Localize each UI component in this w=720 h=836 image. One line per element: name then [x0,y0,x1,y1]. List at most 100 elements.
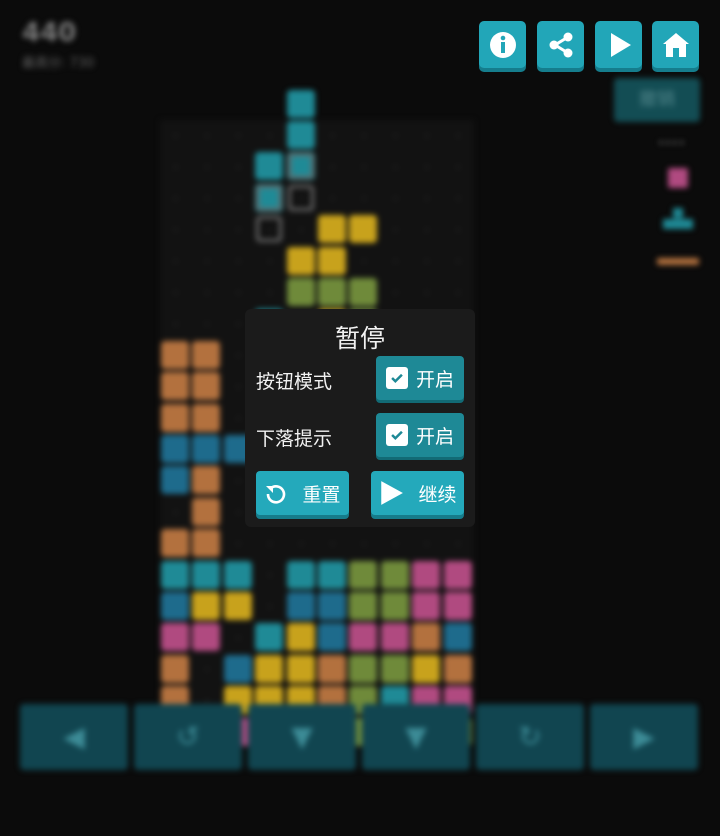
board-block [318,592,346,620]
share-button[interactable] [537,21,584,68]
board-block [223,560,252,589]
arrow-right-icon: ▶ [633,720,655,753]
pause-dialog: 暂停 按钮模式 开启 下落提示 开启 重置 继续 [245,309,475,527]
board-block [412,623,441,652]
board-block [380,654,409,683]
soft-drop-icon: ▼ [291,720,313,753]
board-block [255,152,284,181]
ghost-block [287,153,314,180]
board-block [161,403,189,432]
board-block [443,623,472,652]
board-block [192,372,221,401]
board-block [223,654,252,683]
info-icon [489,31,516,58]
button-mode-toggle[interactable]: 开启 [376,356,464,400]
board-block [161,372,189,401]
check-icon [385,424,408,446]
board-block [443,560,472,589]
board-block [161,340,189,369]
ghost-block [256,216,283,243]
rotate-cw-button[interactable]: ↻ [476,704,584,770]
board-block [380,623,409,652]
rotate-cw-icon: ↻ [518,720,542,753]
reset-label: 重置 [302,483,341,506]
board-block [255,654,284,683]
board-block [192,623,221,652]
share-icon [549,32,572,57]
board-block [161,654,189,683]
undo-button[interactable]: 撤销 [614,78,700,122]
next-queue-dots: •••• [658,138,686,149]
board-block [318,278,346,306]
board-block [318,623,346,652]
board-block [192,497,221,526]
board-block [192,560,221,589]
best-score: 最高分: 730 [22,56,95,71]
board-block [192,592,221,620]
hard-drop-icon: ▼ [405,720,427,753]
ghost-block [287,184,314,211]
current-score: 440 [22,18,77,48]
info-button[interactable] [479,21,526,68]
board-block [161,592,189,620]
dialog-title: 暂停 [334,324,385,353]
continue-label: 继续 [418,483,457,506]
drop-hint-state: 开启 [415,425,454,448]
ghost-block [256,184,283,211]
home-icon [662,32,689,57]
drop-hint-toggle[interactable]: 开启 [376,413,464,457]
check-icon [385,367,408,389]
board-block [349,215,378,244]
board-block [380,560,409,589]
board-block [192,403,221,432]
rotate-ccw-icon: ↺ [176,720,200,753]
hard-drop-button[interactable]: ▼ [362,704,470,770]
continue-button[interactable]: 继续 [371,471,464,515]
move-left-button[interactable]: ◀ [20,704,128,770]
board-block [161,623,189,652]
button-mode-state: 开启 [415,368,454,391]
board-block [161,466,189,495]
board-block [349,592,378,620]
board-block [318,215,346,244]
drop-hint-label: 下落提示 [256,428,333,450]
next-piece-t [663,208,693,229]
board-block [412,592,441,620]
board-block [286,592,315,620]
resume-top-button[interactable] [595,21,642,68]
play-icon [610,32,631,57]
board-block [349,623,378,652]
home-button[interactable] [652,21,699,68]
board-block [192,340,221,369]
arrow-left-icon: ◀ [63,720,85,753]
board-block [286,278,315,306]
board-block [223,592,252,620]
board-block [286,654,315,683]
board-block [286,623,315,652]
board-block [412,654,441,683]
reset-button[interactable]: 重置 [256,471,349,515]
board-block [443,592,472,620]
board-block [255,623,284,652]
reset-icon [266,485,286,504]
board-block [443,654,472,683]
board-block [192,529,221,558]
board-block [318,560,346,589]
board-block [412,560,441,589]
board-block [286,560,315,589]
board-block [286,246,315,275]
board-block [318,654,346,683]
board-block [286,121,315,149]
board-block [318,246,346,275]
soft-drop-button[interactable]: ▼ [248,704,356,770]
next-piece-o [668,168,688,188]
board-block [192,435,221,463]
move-right-button[interactable]: ▶ [590,704,698,770]
board-block [192,466,221,495]
board-block [349,654,378,683]
board-block [349,560,378,589]
board-block [161,560,189,589]
play-icon [381,481,404,505]
button-mode-label: 按钮模式 [256,371,333,393]
rotate-ccw-button[interactable]: ↺ [134,704,242,770]
